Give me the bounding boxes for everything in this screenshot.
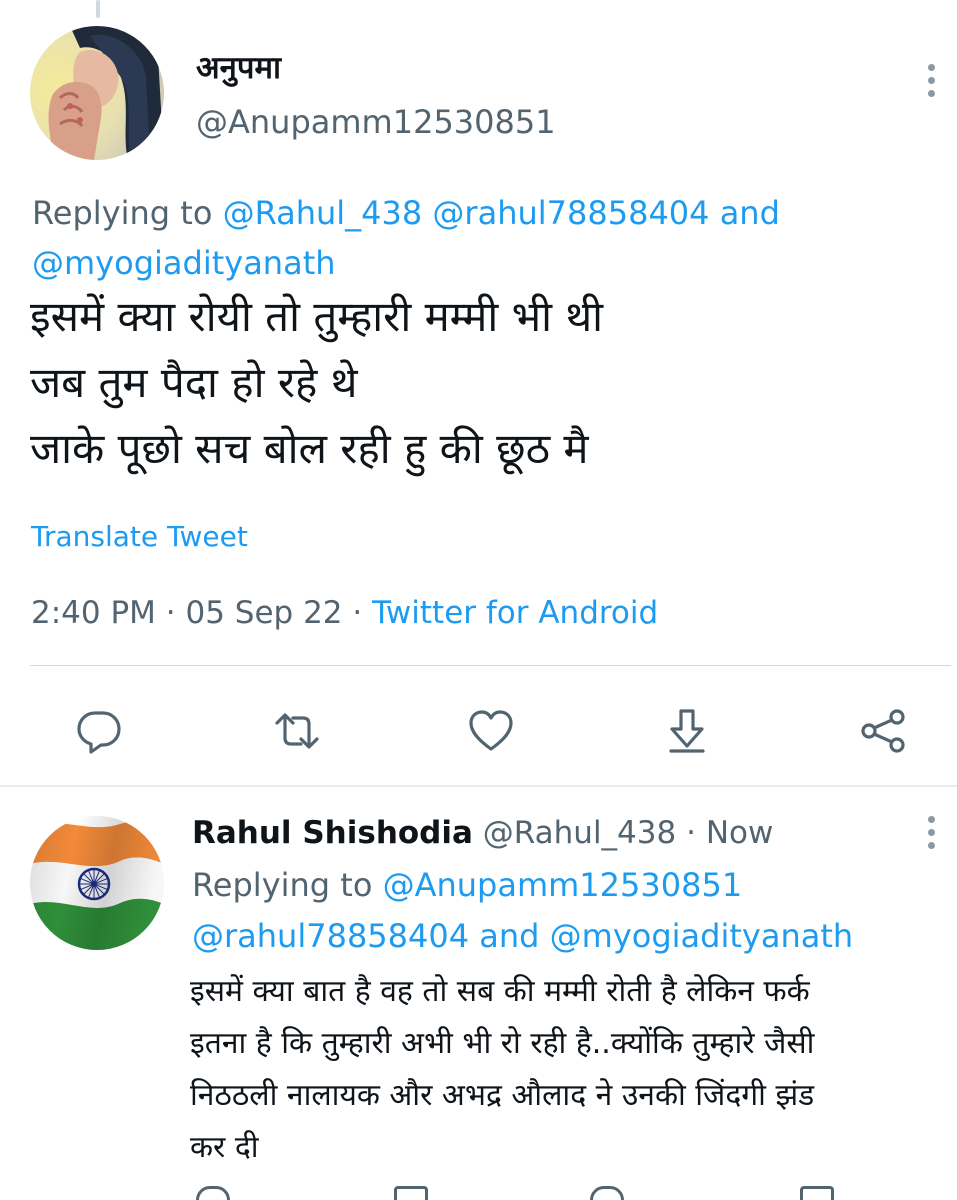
- tweet-date: 05 Sep 22: [185, 595, 343, 631]
- tweet-time: 2:40 PM: [31, 595, 156, 631]
- retweet-icon[interactable]: [394, 1186, 428, 1200]
- translate-tweet-link[interactable]: Translate Tweet: [31, 515, 248, 559]
- download-icon: [669, 709, 705, 753]
- tweet-action-bar: [0, 700, 957, 760]
- reply-header: Rahul Shishodia @Rahul_438 · Now: [192, 810, 773, 856]
- meta-separator: ·: [352, 595, 363, 631]
- replying-conjunction: and: [719, 194, 780, 232]
- tweet-metadata: 2:40 PM · 05 Sep 22 · Twitter for Androi…: [31, 590, 658, 636]
- download-button[interactable]: [662, 706, 712, 756]
- meta-separator: ·: [686, 815, 696, 851]
- author-display-name[interactable]: अनुपमा: [196, 46, 281, 90]
- reply-line: इसमें क्या बात है वह तो सब की मम्मी रोती…: [190, 974, 810, 1009]
- author-avatar[interactable]: [30, 26, 164, 160]
- meta-separator: ·: [165, 595, 176, 631]
- dot: [927, 815, 935, 823]
- like-icon[interactable]: [590, 1186, 624, 1200]
- mention-link[interactable]: @myogiadityanath: [550, 917, 854, 955]
- replying-to-line: Replying to @Rahul_438 @rahul78858404 an…: [32, 188, 912, 288]
- reply-author-avatar[interactable]: [30, 816, 164, 950]
- divider: [30, 665, 951, 666]
- dot: [927, 841, 935, 849]
- dot: [927, 76, 935, 84]
- retweet-button[interactable]: [272, 706, 322, 756]
- reply-action-bar-partial: [0, 1186, 957, 1200]
- mention-link[interactable]: @rahul78858404: [192, 917, 469, 955]
- reply-icon[interactable]: [196, 1186, 230, 1200]
- more-options-icon[interactable]: [919, 808, 943, 856]
- reply-line: इतना है कि तुम्हारी अभी भी रो रही है..क्…: [190, 1026, 815, 1061]
- replying-prefix: Replying to: [192, 866, 373, 904]
- mention-link[interactable]: @Rahul_438: [223, 194, 423, 232]
- reply-button[interactable]: [74, 706, 124, 756]
- share-icon: [861, 709, 905, 753]
- retweet-icon: [275, 713, 319, 749]
- like-icon: [469, 710, 513, 751]
- mention-link[interactable]: @myogiadityanath: [32, 244, 336, 282]
- tweet-body: इसमें क्या रोयी तो तुम्हारी मम्मी भी थी …: [30, 284, 930, 482]
- thread-connector: [96, 0, 100, 18]
- reply-author-display-name[interactable]: Rahul Shishodia: [192, 815, 473, 851]
- replying-conjunction: and: [479, 917, 540, 955]
- dot: [927, 828, 935, 836]
- reply-icon: [77, 711, 121, 754]
- reply-line: कर दी: [190, 1130, 259, 1165]
- mention-link[interactable]: @Anupamm12530851: [383, 866, 743, 904]
- author-handle[interactable]: @Anupamm12530851: [196, 100, 556, 144]
- more-options-icon[interactable]: [919, 56, 943, 104]
- share-button[interactable]: [858, 706, 908, 756]
- mention-link[interactable]: @rahul78858404: [432, 194, 709, 232]
- reply-line: निठठली नालायक और अभद्र औलाद ने उनकी जिंद…: [190, 1078, 815, 1113]
- tweet-source-link[interactable]: Twitter for Android: [372, 595, 658, 631]
- dot: [927, 63, 935, 71]
- tweet-line: जब तुम पैदा हो रहे थे: [30, 358, 358, 407]
- replying-to-line: Replying to @Anupamm12530851 @rahul78858…: [192, 860, 942, 962]
- reply-body: इसमें क्या बात है वह तो सब की मम्मी रोती…: [190, 966, 950, 1174]
- like-button[interactable]: [466, 706, 516, 756]
- dot: [927, 89, 935, 97]
- share-icon[interactable]: [800, 1186, 834, 1200]
- tweet-line: इसमें क्या रोयी तो तुम्हारी मम्मी भी थी: [30, 292, 604, 341]
- section-separator: [0, 785, 957, 787]
- tweet-line: जाके पूछो सच बोल रही हु की छूठ मै: [30, 424, 589, 473]
- reply-author-handle[interactable]: @Rahul_438: [483, 815, 676, 851]
- reply-time: Now: [705, 815, 774, 851]
- replying-prefix: Replying to: [32, 194, 213, 232]
